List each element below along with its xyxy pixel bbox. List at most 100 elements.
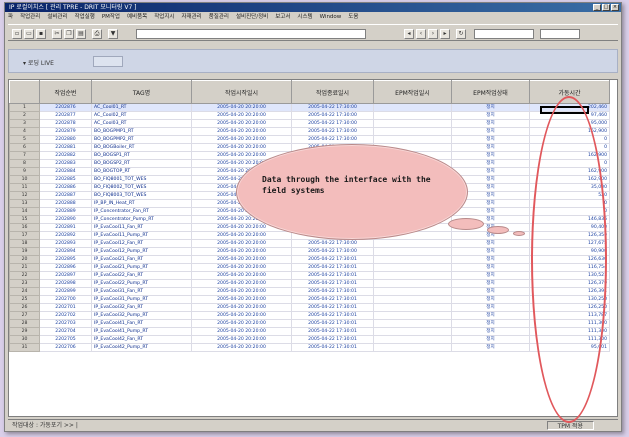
save-icon[interactable]: ▪: [36, 29, 46, 39]
row-number[interactable]: 2: [9, 111, 40, 120]
table-cell[interactable]: [373, 335, 452, 344]
table-cell[interactable]: BO_BOGPMP2_RT: [91, 135, 192, 144]
refresh-icon[interactable]: ↻: [456, 29, 466, 39]
table-cell[interactable]: BO_BOGSP2_RT: [91, 159, 192, 168]
table-cell[interactable]: [373, 263, 452, 272]
close-button[interactable]: ×: [611, 4, 619, 11]
nav-last-icon[interactable]: ▸: [440, 29, 450, 39]
table-cell[interactable]: IP_Concentrator_Pump_RT: [91, 215, 192, 224]
table-cell[interactable]: 2005-04-22 17:30:01: [291, 327, 374, 336]
table-cell[interactable]: 정지: [451, 335, 530, 344]
table-cell[interactable]: 정지: [451, 135, 530, 144]
table-cell[interactable]: IP_EvaCool11_Pump_RT: [91, 231, 192, 240]
table-cell[interactable]: BO_BOGBoiler_RT: [91, 143, 192, 152]
table-cell[interactable]: IP_EvaCool21_Fan_RT: [91, 255, 192, 264]
row-number[interactable]: 20: [9, 255, 40, 264]
table-row[interactable]: 30 2202705 IP_EvaCool42_Fan_RT 2005-04-20 2…: [9, 335, 610, 344]
table-cell[interactable]: 2202700: [39, 295, 92, 304]
table-cell[interactable]: 2005-04-20 20:20:00: [191, 143, 292, 152]
table-cell[interactable]: [373, 303, 452, 312]
menu-item[interactable]: Window: [320, 13, 342, 22]
table-row[interactable]: 4 2202879 BO_BOGPMP1_RT 2005-04-20 20:20:00…: [9, 127, 610, 136]
table-cell[interactable]: 2005-04-22 17:30:01: [291, 343, 374, 352]
table-cell[interactable]: 정지: [451, 167, 530, 176]
table-cell[interactable]: 2202703: [39, 319, 92, 328]
table-cell[interactable]: 2202876: [39, 103, 92, 112]
row-number[interactable]: 15: [9, 215, 40, 224]
table-cell[interactable]: 2005-04-20 20:20:00: [191, 271, 292, 280]
table-cell[interactable]: [373, 135, 452, 144]
row-number[interactable]: 4: [9, 127, 40, 136]
column-header[interactable]: 작업시작일시: [191, 80, 292, 104]
table-cell[interactable]: 2005-04-20 20:20:00: [191, 295, 292, 304]
print-icon[interactable]: ⎙: [92, 29, 102, 39]
table-cell[interactable]: IP_Concentrator_Fan_RT: [91, 207, 192, 216]
row-number[interactable]: 10: [9, 175, 40, 184]
menu-item[interactable]: PM작업: [102, 13, 120, 22]
table-row[interactable]: 25 2202700 IP_EvaCool31_Pump_RT 2005-04-20 …: [9, 295, 610, 304]
menu-item[interactable]: 작업관리: [20, 13, 40, 22]
table-cell[interactable]: 2005-04-22 17:30:01: [291, 303, 374, 312]
table-row[interactable]: 21 2202896 IP_EvaCool21_Pump_RT 2005-04-20 …: [9, 263, 610, 272]
table-cell[interactable]: 정지: [451, 327, 530, 336]
row-number[interactable]: 23: [9, 279, 40, 288]
row-number[interactable]: 6: [9, 143, 40, 152]
table-row[interactable]: 24 2202899 IP_EvaCool31_Fan_RT 2005-04-20 2…: [9, 287, 610, 296]
copy-icon[interactable]: ❐: [64, 29, 74, 39]
table-cell[interactable]: BO_FIQ8002_TOT_WES: [91, 183, 192, 192]
table-cell[interactable]: 정지: [451, 127, 530, 136]
table-cell[interactable]: AC_Cool01_RT: [91, 103, 192, 112]
table-cell[interactable]: 2202884: [39, 167, 92, 176]
column-header[interactable]: 작업종료일시: [291, 80, 374, 104]
table-cell[interactable]: 2005-04-22 17:30:01: [291, 271, 374, 280]
table-row[interactable]: 18 2202893 IP_EvaCool12_Fan_RT 2005-04-20 2…: [9, 239, 610, 248]
table-cell[interactable]: BO_BOGPMP1_RT: [91, 127, 192, 136]
table-cell[interactable]: IP_EvaCool42_Fan_RT: [91, 335, 192, 344]
row-number[interactable]: 31: [9, 343, 40, 352]
table-cell[interactable]: 2202701: [39, 303, 92, 312]
table-cell[interactable]: 2005-04-22 17:30:00: [291, 103, 374, 112]
maximize-button[interactable]: □: [602, 4, 610, 11]
table-cell[interactable]: [373, 287, 452, 296]
table-cell[interactable]: 2202888: [39, 199, 92, 208]
table-cell[interactable]: 2202702: [39, 311, 92, 320]
table-cell[interactable]: 2202885: [39, 175, 92, 184]
table-cell[interactable]: IP_EvaCool32_Pump_RT: [91, 311, 192, 320]
table-cell[interactable]: 정지: [451, 287, 530, 296]
table-cell[interactable]: [373, 119, 452, 128]
nav-first-icon[interactable]: ◂: [404, 29, 414, 39]
table-cell[interactable]: 2005-04-20 20:20:00: [191, 231, 292, 240]
table-cell[interactable]: [373, 295, 452, 304]
row-number[interactable]: 12: [9, 191, 40, 200]
table-cell[interactable]: 2202895: [39, 255, 92, 264]
minimize-button[interactable]: _: [593, 4, 601, 11]
table-cell[interactable]: IP_EvaCool22_Fan_RT: [91, 271, 192, 280]
table-cell[interactable]: [373, 239, 452, 248]
table-cell[interactable]: 정지: [451, 311, 530, 320]
table-cell[interactable]: [373, 255, 452, 264]
table-row[interactable]: 19 2202894 IP_EvaCool12_Pump_RT 2005-04-20 …: [9, 247, 610, 256]
table-cell[interactable]: 정지: [451, 143, 530, 152]
table-cell[interactable]: [373, 319, 452, 328]
table-cell[interactable]: 2005-04-22 17:30:00: [291, 239, 374, 248]
table-cell[interactable]: 2005-04-22 17:30:01: [291, 311, 374, 320]
table-row[interactable]: 31 2202706 IP_EvaCool42_Pump_RT 2005-04-20 …: [9, 343, 610, 352]
menu-item[interactable]: 도움: [348, 13, 358, 22]
table-cell[interactable]: AC_Cool03_RT: [91, 119, 192, 128]
table-cell[interactable]: 2202887: [39, 191, 92, 200]
table-cell[interactable]: BO_BOGSP1_RT: [91, 151, 192, 160]
filter-icon[interactable]: ▼: [108, 29, 118, 39]
table-cell[interactable]: IP_EvaCool41_Fan_RT: [91, 319, 192, 328]
row-number[interactable]: 1: [9, 103, 40, 112]
table-cell[interactable]: 2005-04-20 20:20:00: [191, 335, 292, 344]
table-cell[interactable]: [373, 311, 452, 320]
table-cell[interactable]: 2202896: [39, 263, 92, 272]
table-cell[interactable]: 2202883: [39, 159, 92, 168]
table-cell[interactable]: 정지: [451, 303, 530, 312]
table-cell[interactable]: 2005-04-20 20:20:00: [191, 303, 292, 312]
table-cell[interactable]: 정지: [451, 255, 530, 264]
table-cell[interactable]: IP_EvaCool31_Pump_RT: [91, 295, 192, 304]
table-cell[interactable]: 2005-04-20 20:20:00: [191, 103, 292, 112]
row-number[interactable]: 30: [9, 335, 40, 344]
table-cell[interactable]: 2005-04-22 17:30:00: [291, 247, 374, 256]
